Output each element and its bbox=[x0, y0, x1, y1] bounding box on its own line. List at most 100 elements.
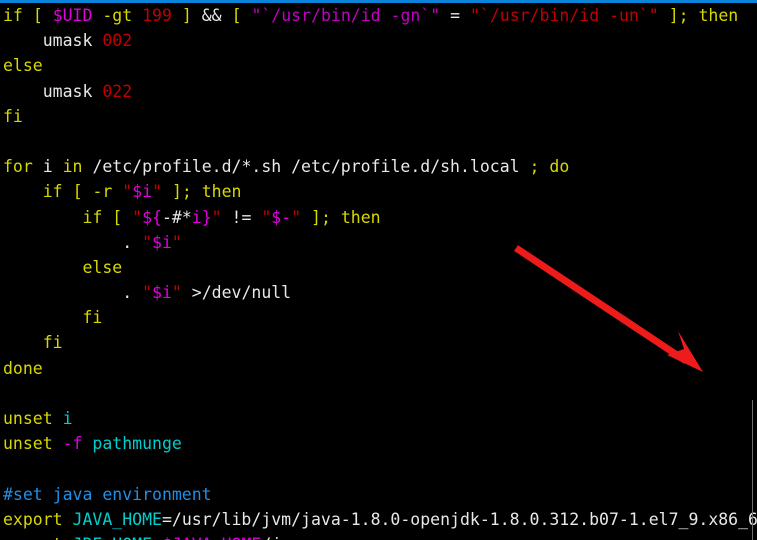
param-expansion-close: i} bbox=[191, 207, 212, 227]
cmd-umask: umask bbox=[42, 31, 93, 51]
flag-dash: - bbox=[62, 434, 73, 454]
env-value-java-home: /usr/lib/jvm/java-1.8.0-openjdk-1.8.0.31… bbox=[171, 509, 757, 529]
profile-paths: /etc/profile.d/*.sh /etc/profile.d/sh.lo… bbox=[92, 157, 520, 177]
kw-if: if bbox=[42, 182, 63, 202]
kw-unset: unset bbox=[3, 434, 53, 454]
scrollbar[interactable] bbox=[752, 400, 753, 540]
op-gt: -gt bbox=[102, 6, 133, 25]
kw-else: else bbox=[3, 56, 43, 76]
kw-else: else bbox=[82, 257, 123, 277]
var-i: $i bbox=[152, 283, 172, 303]
quote: " bbox=[211, 207, 222, 227]
kw-if: if bbox=[3, 6, 23, 25]
quote: " bbox=[171, 232, 182, 252]
kw-for: for bbox=[3, 157, 33, 177]
umask-mode-022: 022 bbox=[102, 81, 133, 101]
code-line: if [ "${-#*i}" != "$-" ]; then bbox=[3, 205, 757, 230]
op-assign: = bbox=[152, 535, 162, 540]
bracket-open: [ bbox=[112, 207, 123, 227]
code-line: else bbox=[3, 255, 757, 280]
quote: " bbox=[291, 207, 302, 227]
semicolon: ; bbox=[181, 182, 192, 202]
code-line: export JRE_HOME=$JAVA_HOME/jre bbox=[3, 532, 757, 540]
code-line: unset i bbox=[3, 406, 757, 431]
unset-arg-i: i bbox=[62, 409, 73, 428]
semicolon: ; bbox=[529, 157, 540, 177]
code-line: done bbox=[3, 356, 757, 381]
vim-editor-buffer[interactable]: if [ $UID -gt 199 ] && [ "`/usr/bin/id -… bbox=[0, 3, 757, 540]
number-199: 199 bbox=[142, 6, 172, 25]
param-expansion-open: ${ bbox=[142, 207, 162, 227]
kw-fi: fi bbox=[3, 106, 23, 126]
flag-f: f bbox=[72, 434, 83, 454]
kw-fi: fi bbox=[42, 333, 63, 353]
unset-arg-pathmunge: pathmunge bbox=[92, 434, 182, 454]
param-expansion-mid: -#* bbox=[161, 207, 192, 227]
string-id-un: "`/usr/bin/id -un`" bbox=[470, 6, 659, 25]
env-name-java-home: JAVA_HOME bbox=[72, 509, 162, 529]
kw-do: do bbox=[549, 157, 570, 177]
semicolon: ; bbox=[678, 6, 689, 25]
quote: " bbox=[142, 232, 153, 252]
bracket-close-2: ] bbox=[668, 6, 679, 25]
code-line: umask 022 bbox=[3, 79, 757, 104]
code-line: #set java environment bbox=[3, 482, 757, 507]
kw-unset: unset bbox=[3, 409, 53, 428]
cmd-umask: umask bbox=[42, 81, 93, 101]
kw-then: then bbox=[201, 182, 242, 202]
kw-then: then bbox=[340, 207, 381, 227]
code-line: unset -f pathmunge bbox=[3, 431, 757, 456]
code-line: . "$i" >/dev/null bbox=[3, 280, 757, 305]
loop-var: i bbox=[42, 157, 53, 177]
op-r: -r bbox=[92, 182, 113, 202]
comment-java-env: #set java environment bbox=[3, 484, 212, 504]
bracket-open: [ bbox=[32, 6, 43, 25]
kw-in: in bbox=[62, 157, 83, 177]
var-i: $i bbox=[132, 182, 153, 202]
code-line: if [ $UID -gt 199 ] && [ "`/usr/bin/id -… bbox=[3, 3, 757, 28]
source-dot: . bbox=[122, 283, 133, 303]
code-line: else bbox=[3, 53, 757, 78]
kw-if: if bbox=[82, 207, 103, 227]
code-line: for i in /etc/profile.d/*.sh /etc/profil… bbox=[3, 154, 757, 179]
kw-fi: fi bbox=[82, 308, 103, 328]
terminal-screen: if [ $UID -gt 199 ] && [ "`/usr/bin/id -… bbox=[0, 0, 757, 540]
op-eq: = bbox=[450, 6, 461, 25]
quote: " bbox=[152, 182, 162, 202]
op-and: && bbox=[201, 6, 222, 25]
kw-done: done bbox=[3, 358, 43, 378]
quote: " bbox=[261, 207, 272, 227]
code-line: fi bbox=[3, 305, 757, 330]
code-line: . "$i" bbox=[3, 230, 757, 255]
quote: " bbox=[142, 283, 153, 303]
